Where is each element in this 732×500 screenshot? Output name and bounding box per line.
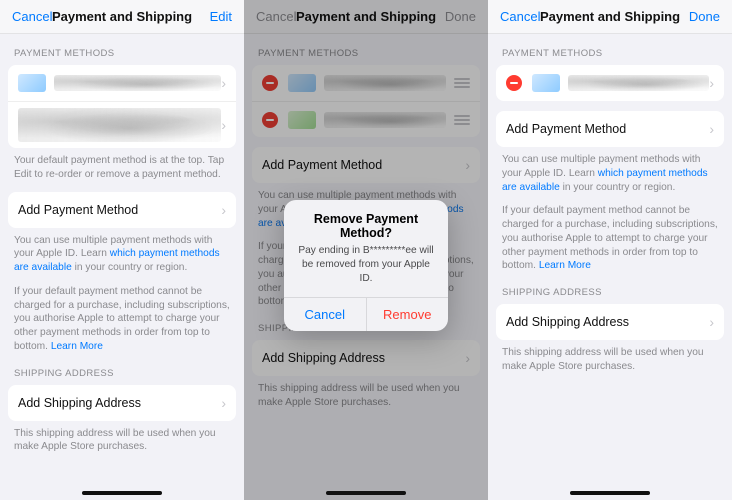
- payment-redacted: [18, 108, 221, 142]
- remove-payment-alert: Remove Payment Method? Pay ending in B**…: [284, 200, 448, 331]
- footer-reorder: Your default payment method is at the to…: [0, 148, 244, 182]
- payment-method-edit-row[interactable]: ›: [496, 65, 724, 101]
- footer-charge: If your default payment method cannot be…: [488, 194, 732, 273]
- home-indicator: [82, 491, 162, 495]
- add-payment-row[interactable]: Add Payment Method ›: [8, 192, 236, 228]
- add-shipping-label: Add Shipping Address: [506, 315, 709, 329]
- cancel-button[interactable]: Cancel: [12, 9, 52, 24]
- payment-redacted: [568, 75, 709, 91]
- add-payment-label: Add Payment Method: [18, 203, 221, 217]
- nav-bar: Cancel Payment and Shipping Edit: [0, 0, 244, 34]
- add-shipping-row[interactable]: Add Shipping Address ›: [8, 385, 236, 421]
- chevron-right-icon: ›: [221, 118, 226, 132]
- payment-redacted: [54, 75, 221, 91]
- learn-more-link[interactable]: Learn More: [51, 341, 103, 352]
- footer-charge: If your default payment method cannot be…: [0, 275, 244, 354]
- alert-title: Remove Payment Method?: [284, 200, 448, 244]
- footer-shipping: This shipping address will be used when …: [488, 340, 732, 374]
- alert-remove-button[interactable]: Remove: [366, 298, 449, 331]
- chevron-right-icon: ›: [709, 315, 714, 329]
- cancel-button[interactable]: Cancel: [500, 9, 540, 24]
- chevron-right-icon: ›: [221, 396, 226, 410]
- add-payment-group: Add Payment Method ›: [496, 111, 724, 147]
- page-title: Payment and Shipping: [52, 9, 192, 24]
- footer-multi: You can use multiple payment methods wit…: [0, 228, 244, 275]
- add-payment-label: Add Payment Method: [506, 122, 709, 136]
- nav-bar: Cancel Payment and Shipping Done: [488, 0, 732, 34]
- edit-button[interactable]: Edit: [210, 9, 232, 24]
- add-payment-group: Add Payment Method ›: [8, 192, 236, 228]
- section-header-payment: PAYMENT METHODS: [488, 34, 732, 65]
- add-shipping-label: Add Shipping Address: [18, 396, 221, 410]
- payment-method-row[interactable]: ›: [8, 101, 236, 148]
- alert-message: Pay ending in B*********ee will be remov…: [284, 244, 448, 297]
- done-button[interactable]: Done: [689, 9, 720, 24]
- learn-more-link[interactable]: Learn More: [539, 260, 591, 271]
- shipping-group: Add Shipping Address ›: [8, 385, 236, 421]
- payment-methods-edit-group: ›: [496, 65, 724, 101]
- remove-icon[interactable]: [506, 75, 522, 91]
- footer-shipping: This shipping address will be used when …: [0, 421, 244, 455]
- page-title: Payment and Shipping: [540, 9, 680, 24]
- chevron-right-icon: ›: [709, 76, 714, 90]
- chevron-right-icon: ›: [709, 122, 714, 136]
- add-payment-row[interactable]: Add Payment Method ›: [496, 111, 724, 147]
- home-indicator: [326, 491, 406, 495]
- payment-methods-group: › ›: [8, 65, 236, 148]
- alert-cancel-button[interactable]: Cancel: [284, 298, 366, 331]
- chevron-right-icon: ›: [221, 203, 226, 217]
- section-header-shipping: SHIPPING ADDRESS: [0, 354, 244, 385]
- shipping-group: Add Shipping Address ›: [496, 304, 724, 340]
- payment-method-row[interactable]: ›: [8, 65, 236, 101]
- section-header-payment: PAYMENT METHODS: [0, 34, 244, 65]
- add-shipping-row[interactable]: Add Shipping Address ›: [496, 304, 724, 340]
- home-indicator: [570, 491, 650, 495]
- footer-multi: You can use multiple payment methods wit…: [488, 147, 732, 194]
- card-icon: [532, 74, 560, 92]
- card-icon: [18, 74, 46, 92]
- section-header-shipping: SHIPPING ADDRESS: [488, 273, 732, 304]
- chevron-right-icon: ›: [221, 76, 226, 90]
